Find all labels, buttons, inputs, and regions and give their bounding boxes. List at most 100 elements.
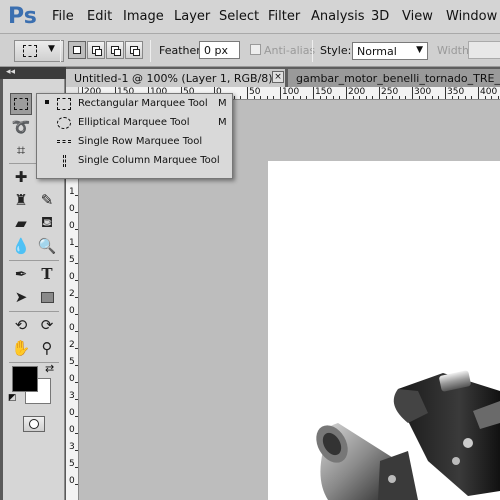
paint-bucket-tool[interactable]: ⛾: [36, 212, 58, 234]
selected-bullet-icon: [45, 100, 49, 104]
ruler-label: 350: [447, 87, 465, 97]
ruler-tick: [412, 87, 413, 99]
path-selection-icon: ➤: [14, 288, 28, 306]
ruler-label: 0: [69, 204, 75, 214]
rectangular-marquee-icon: [23, 45, 37, 57]
ruler-tick: [379, 87, 380, 99]
ruler-label: 3: [69, 391, 75, 401]
ruler-label: 1: [69, 187, 75, 197]
ruler-tick: [478, 87, 479, 99]
ruler-label: 0: [69, 272, 75, 282]
ruler-label: 200: [348, 87, 366, 97]
dodge-tool[interactable]: 🔍: [36, 235, 58, 257]
eraser-tool[interactable]: ▰: [10, 212, 32, 234]
foreground-color-swatch[interactable]: [12, 366, 38, 392]
lasso-icon: ➰: [11, 118, 31, 136]
ruler-label: 2: [69, 340, 75, 350]
history-brush-icon: ✎: [40, 191, 54, 209]
close-icon[interactable]: ×: [272, 71, 284, 83]
menu-filter[interactable]: Filter: [268, 9, 300, 24]
menu-3d[interactable]: 3D: [371, 9, 389, 24]
flyout-item-elliptical-marquee[interactable]: Elliptical Marquee Tool M: [37, 114, 232, 133]
zoom-icon: ⚲: [41, 339, 53, 357]
history-brush-tool[interactable]: ✎: [36, 189, 58, 211]
3d-rotate-tool[interactable]: ⟲: [10, 314, 32, 336]
healing-brush-icon: ✚: [14, 168, 28, 186]
ruler-label: 5: [69, 459, 75, 469]
3d-rotate-icon: ⟲: [14, 316, 28, 334]
add-to-selection-button[interactable]: [87, 41, 105, 59]
ruler-tick: [280, 87, 281, 99]
tool-preset-picker[interactable]: ▼: [14, 40, 64, 62]
ruler-label: 100: [282, 87, 300, 97]
path-selection-tool[interactable]: ➤: [10, 286, 32, 308]
swap-colors-icon[interactable]: ⇄: [45, 362, 54, 375]
blur-icon: 💧: [11, 237, 31, 255]
flyout-item-rectangular-marquee[interactable]: Rectangular Marquee Tool M: [37, 95, 232, 114]
quick-mask-button[interactable]: [23, 416, 45, 432]
menu-analysis[interactable]: Analysis: [311, 9, 365, 24]
ruler-label: 3: [69, 442, 75, 452]
chevron-down-icon: ▼: [48, 44, 55, 54]
tab-gambar-motor[interactable]: gambar_motor_benelli_tornado_TRE_LE: [288, 69, 500, 87]
ruler-label: 250: [381, 87, 399, 97]
elliptical-marquee-icon: [57, 117, 71, 129]
paint-bucket-icon: ⛾: [40, 213, 54, 231]
ruler-tick: [346, 87, 347, 99]
intersect-selection-button[interactable]: [125, 41, 143, 59]
ruler-label: 5: [69, 357, 75, 367]
type-tool[interactable]: T: [36, 263, 58, 285]
photoshop-logo: Ps: [8, 4, 37, 29]
menu-image[interactable]: Image: [123, 9, 164, 24]
options-bar: ▼ Feather: 0 px Anti-alias Style: Normal…: [0, 34, 500, 67]
rectangular-marquee-tool[interactable]: [10, 93, 32, 115]
ruler-label: 1: [69, 238, 75, 248]
style-select[interactable]: Normal ▼: [352, 42, 428, 60]
new-selection-icon: [73, 46, 81, 54]
pen-tool[interactable]: ✒: [10, 263, 32, 285]
3d-orbit-tool[interactable]: ⟳: [36, 314, 58, 336]
eraser-icon: ▰: [15, 214, 27, 232]
collapse-icon[interactable]: ◂◂: [6, 67, 15, 77]
blur-tool[interactable]: 💧: [10, 235, 32, 257]
ruler-tick: [313, 87, 314, 99]
flyout-item-single-column-marquee[interactable]: Single Column Marquee Tool: [37, 152, 232, 171]
ruler-label: 0: [69, 374, 75, 384]
crop-tool[interactable]: ⌗: [10, 139, 32, 161]
subtract-from-selection-button[interactable]: [106, 41, 124, 59]
menu-select[interactable]: Select: [219, 9, 259, 24]
hand-icon: ✋: [11, 339, 31, 357]
menu-file[interactable]: File: [52, 9, 74, 24]
ruler-label: 0: [69, 476, 75, 486]
divider: [150, 40, 151, 62]
flyout-item-single-row-marquee[interactable]: Single Row Marquee Tool: [37, 133, 232, 152]
crop-icon: ⌗: [16, 141, 26, 159]
width-input: [468, 41, 500, 59]
ruler-tick: [247, 87, 248, 99]
tab-untitled-1[interactable]: Untitled-1 @ 100% (Layer 1, RGB/8) *: [66, 69, 285, 87]
menu-view[interactable]: View: [402, 9, 433, 24]
default-colors-icon[interactable]: ◩: [8, 393, 17, 403]
new-selection-button[interactable]: [68, 41, 86, 59]
lasso-tool[interactable]: ➰: [10, 116, 32, 138]
document-canvas[interactable]: [268, 161, 500, 500]
ruler-label: 0: [69, 221, 75, 231]
3d-orbit-icon: ⟳: [40, 316, 54, 334]
menu-layer[interactable]: Layer: [174, 9, 210, 24]
feather-input[interactable]: 0 px: [199, 41, 240, 59]
single-row-marquee-icon: [57, 140, 71, 143]
ruler-label: 2: [69, 289, 75, 299]
menu-edit[interactable]: Edit: [87, 9, 112, 24]
clone-stamp-tool[interactable]: ♜: [10, 189, 32, 211]
ruler-label: 150: [315, 87, 333, 97]
menu-window[interactable]: Window: [446, 9, 497, 24]
antialias-checkbox[interactable]: [250, 44, 261, 55]
ruler-label: 0: [69, 408, 75, 418]
zoom-tool[interactable]: ⚲: [36, 337, 58, 359]
rectangle-shape-tool[interactable]: [36, 286, 58, 308]
healing-brush-tool[interactable]: ✚: [10, 166, 32, 188]
ruler-label: 5: [69, 255, 75, 265]
hand-tool[interactable]: ✋: [10, 337, 32, 359]
style-select-value: Normal: [357, 45, 397, 58]
dodge-icon: 🔍: [37, 237, 57, 255]
